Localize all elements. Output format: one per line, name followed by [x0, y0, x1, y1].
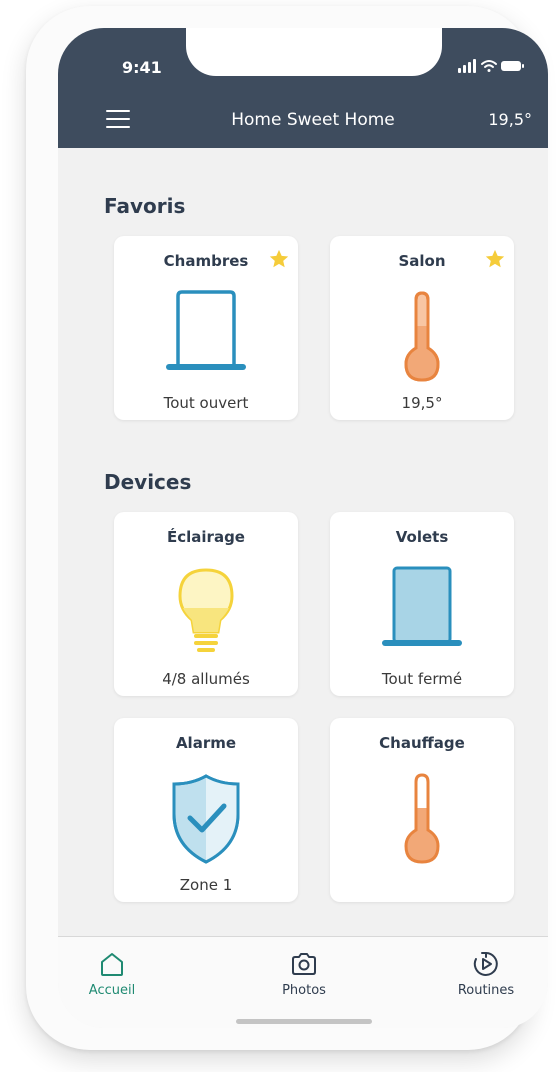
favorite-card-chambres[interactable]: Chambres Tout ouvert	[114, 236, 298, 420]
favorites-title: Favoris	[104, 194, 186, 218]
status-time: 9:41	[122, 58, 162, 77]
play-refresh-icon	[473, 952, 498, 976]
thermometer-icon	[404, 291, 440, 382]
shield-check-icon	[172, 774, 240, 864]
shutter-closed-icon	[382, 566, 462, 646]
card-status: Tout ouvert	[163, 394, 249, 412]
hamburger-icon	[106, 110, 130, 128]
nav-item-accueil[interactable]: Accueil	[62, 949, 162, 1009]
device-card-eclairage[interactable]: Éclairage 4/8 allumés	[114, 512, 298, 696]
nav-label: Routines	[457, 983, 515, 998]
devices-title: Devices	[104, 470, 192, 494]
home-icon	[101, 953, 123, 976]
favorite-card-salon[interactable]: Salon 19,5°	[330, 236, 514, 420]
status-icons	[448, 58, 528, 74]
nav-item-photos[interactable]: Photos	[254, 949, 354, 1009]
card-title: Alarme	[175, 734, 237, 752]
home-indicator	[236, 1019, 372, 1024]
card-title: Éclairage	[167, 528, 245, 546]
camera-icon	[292, 953, 316, 975]
device-card-alarme[interactable]: Alarme Zone 1	[114, 718, 298, 902]
app-title: Home Sweet Home	[231, 110, 395, 130]
bottom-navigation: Accueil Photos Routines	[58, 936, 548, 1028]
card-status: Tout fermé	[381, 670, 463, 688]
app-screen: 9:41 Home Sweet Home 19,5° Favoris Chamb…	[58, 28, 548, 1028]
card-status: Zone 1	[179, 876, 233, 894]
menu-button[interactable]	[106, 108, 130, 130]
nav-item-routines[interactable]: Routines	[436, 949, 536, 1009]
card-status: 19,5°	[401, 394, 443, 412]
battery-icon	[501, 61, 524, 71]
card-status: 4/8 allumés	[162, 670, 250, 688]
device-card-volets[interactable]: Volets Tout fermé	[330, 512, 514, 696]
device-notch	[186, 28, 442, 76]
device-card-chauffage[interactable]: Chauffage	[330, 718, 514, 902]
card-title: Chauffage	[379, 734, 465, 752]
nav-label: Photos	[282, 983, 326, 998]
wifi-icon	[481, 60, 497, 72]
lightbulb-icon	[178, 568, 234, 652]
card-title: Volets	[395, 528, 449, 546]
nav-label: Accueil	[88, 983, 136, 998]
thermometer-icon	[404, 773, 440, 864]
header-temperature: 19,5°	[488, 110, 532, 129]
window-open-icon	[166, 290, 246, 370]
star-icon[interactable]	[268, 248, 290, 270]
app-header: 9:41 Home Sweet Home 19,5°	[58, 28, 548, 148]
star-icon[interactable]	[484, 248, 506, 270]
signal-icon	[458, 59, 476, 73]
phone-frame: 9:41 Home Sweet Home 19,5° Favoris Chamb…	[26, 6, 548, 1050]
